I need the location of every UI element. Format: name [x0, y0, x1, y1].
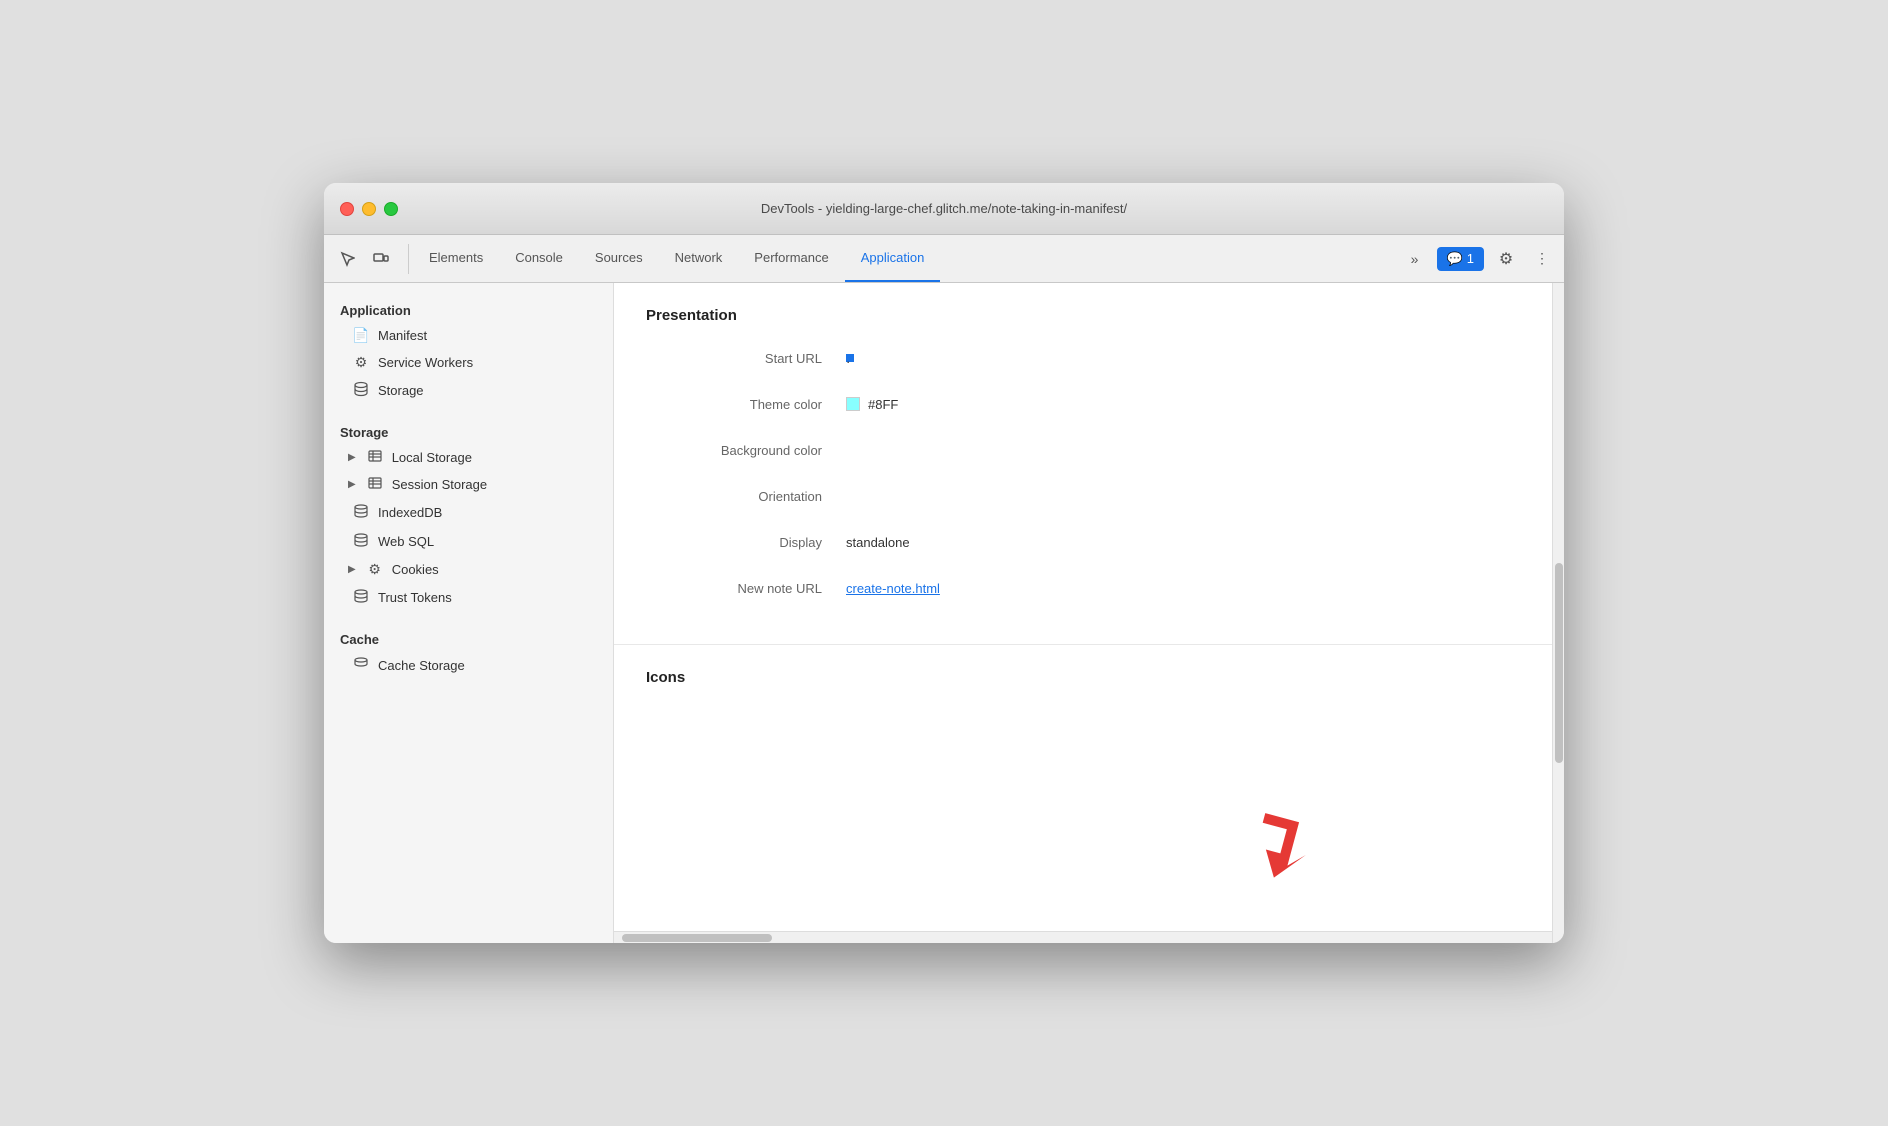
main-panel: Presentation Start URL · Theme color — [614, 283, 1552, 931]
main-content: Application 📄 Manifest ⚙ Service Workers — [324, 283, 1564, 943]
display-row: Display standalone — [646, 528, 1520, 556]
orientation-row: Orientation — [646, 482, 1520, 510]
devtools-window: DevTools - yielding-large-chef.glitch.me… — [324, 183, 1564, 943]
maximize-button[interactable] — [384, 202, 398, 216]
more-options-button[interactable]: ⋮ — [1528, 245, 1556, 273]
expand-session-storage-icon: ▶ — [348, 479, 356, 490]
theme-color-text: #8FF — [868, 397, 898, 412]
sidebar-item-web-sql[interactable]: Web SQL — [324, 527, 613, 556]
icons-section: Icons — [614, 645, 1552, 730]
session-storage-label: Session Storage — [392, 477, 487, 492]
sidebar-item-storage-app[interactable]: Storage — [324, 376, 613, 405]
theme-color-row: Theme color #8FF — [646, 390, 1520, 418]
tab-elements[interactable]: Elements — [413, 235, 499, 282]
traffic-lights — [340, 202, 398, 216]
sidebar-cache-section-title: Cache — [324, 624, 613, 651]
session-storage-icon — [366, 476, 384, 493]
sidebar-item-cache-storage[interactable]: Cache Storage — [324, 651, 613, 680]
title-bar: DevTools - yielding-large-chef.glitch.me… — [324, 183, 1564, 235]
arrow-annotation — [1212, 806, 1312, 891]
sidebar-item-indexeddb[interactable]: IndexedDB — [324, 498, 613, 527]
storage-app-icon — [352, 381, 370, 400]
indexeddb-icon — [352, 503, 370, 522]
tab-performance[interactable]: Performance — [738, 235, 844, 282]
chat-button[interactable]: 💬 1 — [1437, 247, 1484, 271]
chat-icon: 💬 — [1447, 251, 1463, 267]
cookies-icon: ⚙ — [366, 561, 384, 578]
local-storage-label: Local Storage — [392, 450, 472, 465]
start-url-value: · — [846, 354, 854, 362]
horizontal-scrollbar[interactable] — [614, 931, 1552, 943]
icons-title: Icons — [646, 669, 1520, 686]
sidebar-app-section-title: Application — [324, 295, 613, 322]
tab-sources[interactable]: Sources — [579, 235, 659, 282]
vertical-scrollbar-thumb[interactable] — [1555, 563, 1563, 763]
service-workers-icon: ⚙ — [352, 354, 370, 371]
minimize-button[interactable] — [362, 202, 376, 216]
tab-console[interactable]: Console — [499, 235, 579, 282]
trust-tokens-icon — [352, 588, 370, 607]
sidebar-item-session-storage[interactable]: ▶ Session Storage — [324, 471, 613, 498]
cache-storage-icon — [352, 656, 370, 675]
web-sql-label: Web SQL — [378, 534, 434, 549]
toolbar: Elements Console Sources Network Perform… — [324, 235, 1564, 283]
theme-color-value: #8FF — [846, 397, 898, 412]
settings-button[interactable]: ⚙ — [1492, 245, 1520, 273]
toolbar-right: » 💬 1 ⚙ ⋮ — [1401, 245, 1556, 273]
window-title: DevTools - yielding-large-chef.glitch.me… — [761, 201, 1127, 216]
start-url-dot: · — [846, 354, 854, 362]
service-workers-label: Service Workers — [378, 355, 473, 370]
inspect-icon[interactable] — [332, 244, 362, 274]
scrollbar-thumb-horizontal[interactable] — [622, 934, 772, 942]
web-sql-icon — [352, 532, 370, 551]
cache-storage-label: Cache Storage — [378, 658, 465, 673]
new-note-url-label: New note URL — [646, 581, 846, 596]
trust-tokens-label: Trust Tokens — [378, 590, 452, 605]
storage-app-label: Storage — [378, 383, 424, 398]
new-note-url-row: New note URL create-note.html — [646, 574, 1520, 602]
chat-count: 1 — [1467, 251, 1474, 266]
toolbar-icon-group — [332, 244, 409, 274]
sidebar-item-local-storage[interactable]: ▶ Local Storage — [324, 444, 613, 471]
start-url-label: Start URL — [646, 351, 846, 366]
cookies-label: Cookies — [392, 562, 439, 577]
manifest-label: Manifest — [378, 328, 427, 343]
sidebar-item-service-workers[interactable]: ⚙ Service Workers — [324, 349, 613, 376]
indexeddb-label: IndexedDB — [378, 505, 442, 520]
new-note-url-link[interactable]: create-note.html — [846, 581, 940, 596]
sidebar-storage-section-title: Storage — [324, 417, 613, 444]
device-toggle-icon[interactable] — [366, 244, 396, 274]
more-tabs-button[interactable]: » — [1401, 245, 1429, 273]
sidebar-item-trust-tokens[interactable]: Trust Tokens — [324, 583, 613, 612]
close-button[interactable] — [340, 202, 354, 216]
display-value: standalone — [846, 535, 910, 550]
display-text: standalone — [846, 535, 910, 550]
background-color-label: Background color — [646, 443, 846, 458]
sidebar-item-cookies[interactable]: ▶ ⚙ Cookies — [324, 556, 613, 583]
display-label: Display — [646, 535, 846, 550]
presentation-section: Presentation Start URL · Theme color — [614, 283, 1552, 645]
tab-application[interactable]: Application — [845, 235, 941, 282]
vertical-scrollbar-track — [1552, 283, 1564, 943]
nav-tabs: Elements Console Sources Network Perform… — [413, 235, 1401, 282]
theme-color-swatch[interactable] — [846, 397, 860, 411]
tab-network[interactable]: Network — [659, 235, 739, 282]
sidebar-item-manifest[interactable]: 📄 Manifest — [324, 322, 613, 349]
theme-color-label: Theme color — [646, 397, 846, 412]
start-url-row: Start URL · — [646, 344, 1520, 372]
manifest-icon: 📄 — [352, 327, 370, 344]
new-note-url-value: create-note.html — [846, 581, 940, 596]
presentation-title: Presentation — [646, 307, 1520, 324]
background-color-row: Background color — [646, 436, 1520, 464]
expand-cookies-icon: ▶ — [348, 564, 356, 575]
local-storage-icon — [366, 449, 384, 466]
expand-local-storage-icon: ▶ — [348, 452, 356, 463]
sidebar: Application 📄 Manifest ⚙ Service Workers — [324, 283, 614, 943]
orientation-label: Orientation — [646, 489, 846, 504]
